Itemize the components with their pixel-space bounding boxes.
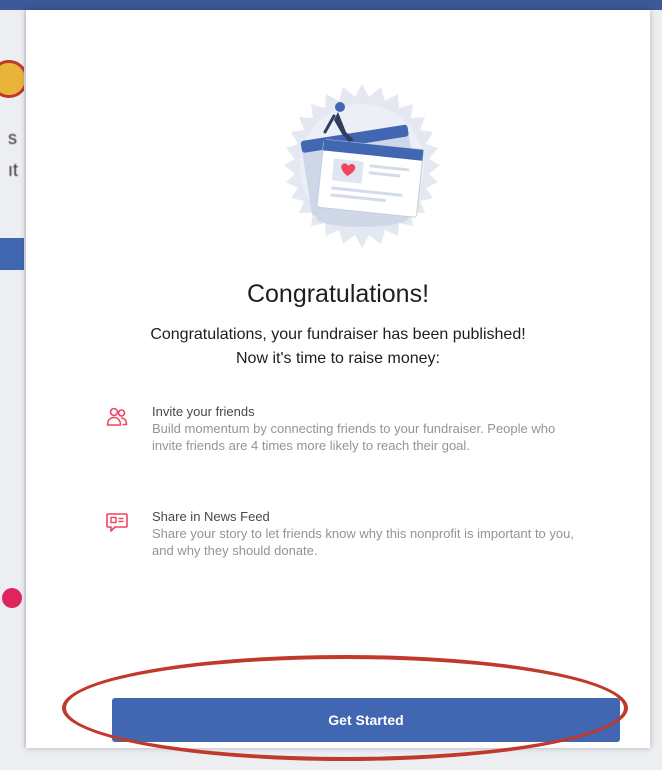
background-badge xyxy=(2,588,22,608)
dialog-title: Congratulations! xyxy=(246,280,430,308)
background-left-panel: s ıt xyxy=(0,10,24,770)
subtitle-line: Congratulations, your fundraiser has bee… xyxy=(150,326,526,343)
fundraiser-badge-illustration xyxy=(284,84,440,248)
get-started-button[interactable]: Get Started xyxy=(112,698,620,742)
background-avatar xyxy=(0,60,24,98)
background-button xyxy=(0,238,24,270)
step-description: Build momentum by connecting friends to … xyxy=(152,421,556,453)
people-icon xyxy=(106,407,128,426)
step-title: Invite your friends xyxy=(152,404,255,419)
news-feed-icon xyxy=(106,513,128,532)
subtitle-line: Now it's time to raise money: xyxy=(235,350,440,367)
background-top-bar xyxy=(0,0,662,10)
congratulations-dialog: Congratulations! Congratulations, your f… xyxy=(26,10,650,748)
background-right-panel xyxy=(650,10,662,770)
background-text-fragment: ıt xyxy=(8,160,19,180)
background-bottom-strip xyxy=(0,748,662,770)
dialog-subtitle: Congratulations, your fundraiser has bee… xyxy=(26,323,650,371)
step-description: Share your story to let friends know why… xyxy=(152,526,574,558)
step-title: Share in News Feed xyxy=(152,509,270,524)
background-text-fragment: s xyxy=(8,128,17,148)
